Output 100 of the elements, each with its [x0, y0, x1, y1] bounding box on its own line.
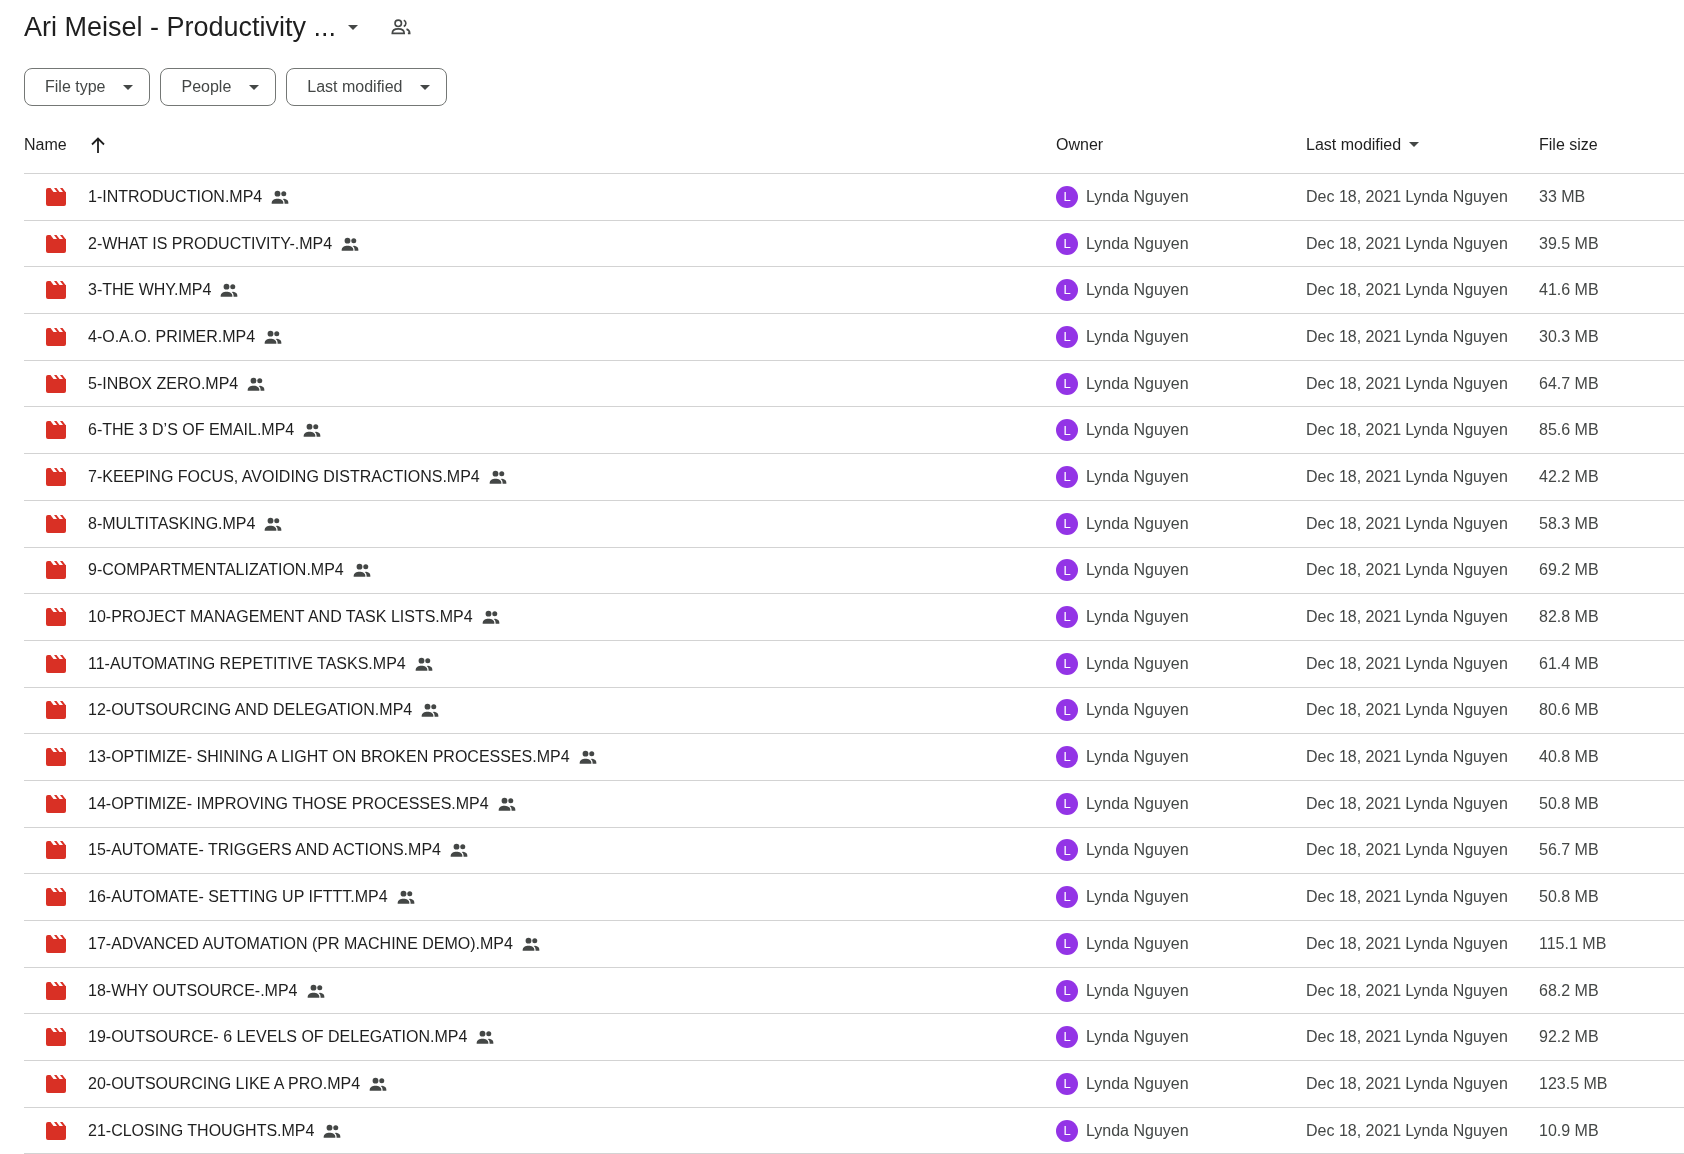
- modified-by: Lynda Nguyen: [1405, 326, 1508, 347]
- avatar: L: [1056, 1072, 1078, 1095]
- modified-date: Dec 18, 2021: [1306, 1027, 1402, 1048]
- file-row[interactable]: 10-PROJECT MANAGEMENT AND TASK LISTS.MP4 L Lynda Nguyen Dec 18, 2021 Lynda Nguyen 82.8 MB: [24, 594, 1684, 641]
- modified-by: Lynda Nguyen: [1405, 980, 1508, 1001]
- video-file-icon: [46, 654, 66, 673]
- modified-by: Lynda Nguyen: [1405, 466, 1508, 487]
- modified-by: Lynda Nguyen: [1405, 840, 1508, 861]
- filter-chip[interactable]: Last modified: [286, 68, 448, 106]
- modified-by: Lynda Nguyen: [1405, 607, 1508, 628]
- modified-date: Dec 18, 2021: [1306, 1120, 1402, 1141]
- file-row[interactable]: 7-KEEPING FOCUS, AVOIDING DISTRACTIONS.MP4 L Lynda Nguyen Dec 18, 2021 Lynda Nguyen 42.2 MB: [24, 454, 1684, 501]
- modified-date: Dec 18, 2021: [1306, 186, 1402, 207]
- modified-by: Lynda Nguyen: [1405, 513, 1508, 534]
- owner-name: Lynda Nguyen: [1086, 513, 1189, 534]
- video-file-icon: [46, 467, 66, 486]
- file-row[interactable]: 17-ADVANCED AUTOMATION (PR MACHINE DEMO).MP4 L Lynda Nguyen Dec 18, 2021 Lynda Nguyen 115.1 MB: [24, 921, 1684, 968]
- file-size: 42.2 MB: [1539, 467, 1599, 485]
- video-file-icon: [46, 187, 66, 206]
- modified-date: Dec 18, 2021: [1306, 793, 1402, 814]
- filter-chip[interactable]: People: [160, 68, 277, 106]
- file-size: 85.6 MB: [1539, 421, 1599, 439]
- owner-name: Lynda Nguyen: [1086, 233, 1189, 254]
- modified-date: Dec 18, 2021: [1306, 560, 1402, 581]
- file-row[interactable]: 12-OUTSOURCING AND DELEGATION.MP4 L Lynda Nguyen Dec 18, 2021 Lynda Nguyen 80.6 MB: [24, 687, 1684, 735]
- column-header[interactable]: Owner: [1056, 135, 1104, 153]
- owner-name: Lynda Nguyen: [1086, 980, 1189, 1001]
- file-name: 15-AUTOMATE- TRIGGERS AND ACTIONS.MP4: [88, 840, 441, 861]
- file-row[interactable]: 1-INTRODUCTION.MP4 L Lynda Nguyen Dec 18, 2021 Lynda Nguyen 33 MB: [24, 174, 1684, 221]
- owner-name: Lynda Nguyen: [1086, 420, 1189, 441]
- file-row[interactable]: 16-AUTOMATE- SETTING UP IFTTT.MP4 L Lynda Nguyen Dec 18, 2021 Lynda Nguyen 50.8 MB: [24, 874, 1684, 921]
- owner-name: Lynda Nguyen: [1086, 466, 1189, 487]
- modified-date: Dec 18, 2021: [1306, 420, 1402, 441]
- file-row[interactable]: 4-O.A.O. PRIMER.MP4 L Lynda Nguyen Dec 18, 2021 Lynda Nguyen 30.3 MB: [24, 314, 1684, 361]
- arrow-up-icon[interactable]: [90, 136, 105, 153]
- modified-by: Lynda Nguyen: [1405, 280, 1508, 301]
- file-row[interactable]: 6-THE 3 D’S OF EMAIL.MP4 L Lynda Nguyen Dec 18, 2021 Lynda Nguyen 85.6 MB: [24, 407, 1684, 455]
- file-row[interactable]: 14-OPTIMIZE- IMPROVING THOSE PROCESSES.MP4 L Lynda Nguyen Dec 18, 2021 Lynda Nguyen 50.8 MB: [24, 780, 1684, 828]
- modified-by: Lynda Nguyen: [1405, 373, 1508, 394]
- file-row[interactable]: 19-OUTSOURCE- 6 LEVELS OF DELEGATION.MP4 L Lynda Nguyen Dec 18, 2021 Lynda Nguyen 92.2 MB: [24, 1014, 1684, 1062]
- column-header[interactable]: Last modified: [1306, 132, 1402, 157]
- modified-date: Dec 18, 2021: [1306, 1073, 1402, 1094]
- caret-icon: [348, 24, 359, 30]
- caret-icon: [420, 84, 431, 90]
- avatar: L: [1056, 419, 1078, 442]
- folder-title[interactable]: Ari Meisel - Productivity ...: [24, 6, 337, 48]
- file-size: 50.8 MB: [1539, 794, 1599, 812]
- file-size: 92.2 MB: [1539, 1028, 1599, 1046]
- owner-name: Lynda Nguyen: [1086, 280, 1189, 301]
- file-size: 69.2 MB: [1539, 561, 1599, 579]
- file-row[interactable]: 9-COMPARTMENTALIZATION.MP4 L Lynda Nguyen Dec 18, 2021 Lynda Nguyen 69.2 MB: [24, 547, 1684, 595]
- file-size: 58.3 MB: [1539, 514, 1599, 532]
- video-file-icon: [46, 514, 66, 533]
- file-name: 10-PROJECT MANAGEMENT AND TASK LISTS.MP4: [88, 607, 473, 628]
- video-file-icon: [46, 608, 66, 627]
- file-row[interactable]: 13-OPTIMIZE- SHINING A LIGHT ON BROKEN PROCESSES.MP4 L Lynda Nguyen Dec 18, 2021 Lynda Nguyen 40.8 MB: [24, 734, 1684, 781]
- avatar: L: [1056, 1026, 1078, 1049]
- column-header[interactable]: File size: [1539, 135, 1598, 153]
- owner-name: Lynda Nguyen: [1086, 326, 1189, 347]
- file-size: 80.6 MB: [1539, 701, 1599, 719]
- modified-by: Lynda Nguyen: [1405, 420, 1508, 441]
- caret-icon: [249, 84, 260, 90]
- file-size: 123.5 MB: [1539, 1074, 1608, 1092]
- file-size: 68.2 MB: [1539, 981, 1599, 999]
- file-row[interactable]: 21-CLOSING THOUGHTS.MP4 L Lynda Nguyen Dec 18, 2021 Lynda Nguyen 10.9 MB: [24, 1107, 1684, 1154]
- avatar: L: [1056, 185, 1078, 208]
- video-file-icon: [46, 234, 66, 253]
- modified-by: Lynda Nguyen: [1405, 233, 1508, 254]
- modified-date: Dec 18, 2021: [1306, 466, 1402, 487]
- owner-name: Lynda Nguyen: [1086, 1073, 1189, 1094]
- file-row[interactable]: 3-THE WHY.MP4 L Lynda Nguyen Dec 18, 2021 Lynda Nguyen 41.6 MB: [24, 267, 1684, 315]
- modified-by: Lynda Nguyen: [1405, 933, 1508, 954]
- avatar: L: [1056, 372, 1078, 395]
- owner-name: Lynda Nguyen: [1086, 840, 1189, 861]
- modified-by: Lynda Nguyen: [1405, 653, 1508, 674]
- video-file-icon: [46, 748, 66, 767]
- file-row[interactable]: 20-OUTSOURCING LIKE A PRO.MP4 L Lynda Nguyen Dec 18, 2021 Lynda Nguyen 123.5 MB: [24, 1061, 1684, 1108]
- avatar: L: [1056, 746, 1078, 769]
- video-file-icon: [46, 561, 66, 580]
- file-name: 3-THE WHY.MP4: [88, 280, 212, 301]
- file-row[interactable]: 15-AUTOMATE- TRIGGERS AND ACTIONS.MP4 L Lynda Nguyen Dec 18, 2021 Lynda Nguyen 56.7 MB: [24, 827, 1684, 875]
- file-row[interactable]: 5-INBOX ZERO.MP4 L Lynda Nguyen Dec 18, 2021 Lynda Nguyen 64.7 MB: [24, 360, 1684, 408]
- caret-icon: [1409, 142, 1420, 147]
- column-header[interactable]: Name: [24, 132, 67, 157]
- owner-name: Lynda Nguyen: [1086, 933, 1189, 954]
- modified-date: Dec 18, 2021: [1306, 607, 1402, 628]
- file-name: 17-ADVANCED AUTOMATION (PR MACHINE DEMO).MP4: [88, 933, 513, 954]
- modified-date: Dec 18, 2021: [1306, 233, 1402, 254]
- owner-name: Lynda Nguyen: [1086, 793, 1189, 814]
- file-row[interactable]: 2-WHAT IS PRODUCTIVITY-.MP4 L Lynda Nguyen Dec 18, 2021 Lynda Nguyen 39.5 MB: [24, 220, 1684, 268]
- file-row[interactable]: 11-AUTOMATING REPETITIVE TASKS.MP4 L Lynda Nguyen Dec 18, 2021 Lynda Nguyen 61.4 MB: [24, 640, 1684, 688]
- filter-chip[interactable]: File type: [24, 68, 151, 106]
- video-file-icon: [46, 1121, 66, 1140]
- file-row[interactable]: 18-WHY OUTSOURCE-.MP4 L Lynda Nguyen Dec 18, 2021 Lynda Nguyen 68.2 MB: [24, 967, 1684, 1015]
- video-file-icon: [46, 1028, 66, 1047]
- video-file-icon: [46, 421, 66, 440]
- video-file-icon: [46, 1074, 66, 1093]
- avatar: L: [1056, 232, 1078, 255]
- file-row[interactable]: 8-MULTITASKING.MP4 L Lynda Nguyen Dec 18, 2021 Lynda Nguyen 58.3 MB: [24, 500, 1684, 548]
- file-name: 14-OPTIMIZE- IMPROVING THOSE PROCESSES.MP4: [88, 793, 489, 814]
